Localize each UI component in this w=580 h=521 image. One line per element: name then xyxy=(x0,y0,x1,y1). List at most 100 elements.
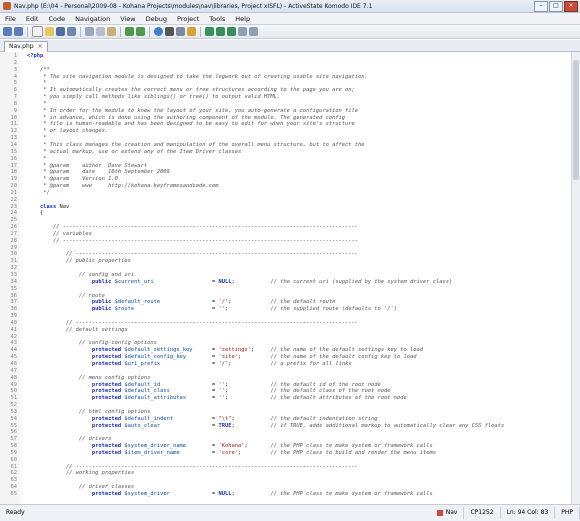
code-line[interactable]: 48 // menu config options xyxy=(0,375,572,382)
step-in-icon[interactable] xyxy=(205,27,214,36)
code-line[interactable]: 35 xyxy=(0,286,572,293)
code-line[interactable]: 64 // driver classes xyxy=(0,484,572,491)
code-line[interactable]: 11 * file is human-readable and has been… xyxy=(0,121,572,128)
code-line[interactable]: 16 * xyxy=(0,156,572,163)
copy-icon[interactable] xyxy=(96,27,105,36)
layout-icon[interactable] xyxy=(249,27,258,36)
code-line[interactable]: 30 // ----------------------------------… xyxy=(0,251,572,258)
close-tab-icon[interactable]: × xyxy=(38,42,43,52)
code-line[interactable]: 41 // default settings xyxy=(0,327,572,334)
toolbox-icon[interactable] xyxy=(238,27,247,36)
step-over-icon[interactable] xyxy=(216,27,225,36)
maximize-button[interactable]: □ xyxy=(549,0,563,12)
run-icon[interactable] xyxy=(154,27,163,36)
menu-project[interactable]: Project xyxy=(172,15,204,23)
code-line[interactable]: 56 xyxy=(0,429,572,436)
menu-code[interactable]: Code xyxy=(43,15,70,23)
minimize-button[interactable]: – xyxy=(534,0,548,12)
status-language[interactable]: PHP xyxy=(555,507,580,519)
code-line[interactable]: 21 */ xyxy=(0,190,572,197)
code-line[interactable]: 55 protected $auto_clear = TRUE; // if T… xyxy=(0,423,572,430)
code-line[interactable]: 24 { xyxy=(0,210,572,217)
scrollbar-thumb[interactable] xyxy=(573,60,579,180)
code-line[interactable]: 34 public $current_uri = NULL; // the cu… xyxy=(0,279,572,286)
code-line[interactable]: 12 * or layout changes. xyxy=(0,128,572,135)
code-line[interactable]: 43 // config config options xyxy=(0,340,572,347)
code-line[interactable]: 23 class Nav xyxy=(0,204,572,211)
code-line[interactable]: 3 /** xyxy=(0,67,572,74)
code-line[interactable]: 26 // ----------------------------------… xyxy=(0,224,572,231)
code-line[interactable]: 5 * xyxy=(0,80,572,87)
code-line[interactable]: 47 xyxy=(0,368,572,375)
new-file-icon[interactable] xyxy=(32,26,43,37)
back-icon[interactable] xyxy=(3,27,12,36)
find-icon[interactable] xyxy=(176,27,185,36)
code-line[interactable]: 2 xyxy=(0,60,572,67)
code-line[interactable]: 44 protected $default_settings_key = 'se… xyxy=(0,347,572,354)
paste-icon[interactable] xyxy=(107,27,116,36)
code-line[interactable]: 61 // ----------------------------------… xyxy=(0,464,572,471)
code-line[interactable]: 22 xyxy=(0,197,572,204)
code-line[interactable]: 45 protected $default_config_key = 'site… xyxy=(0,354,572,361)
code-line[interactable]: 20 * @param www http://kohana.keyframesa… xyxy=(0,183,572,190)
code-editor[interactable]: 1 <?php 2 3 /** 4 * The site navigation modu… xyxy=(0,52,580,504)
menu-edit[interactable]: Edit xyxy=(21,15,44,23)
code-line[interactable]: 19 * @param Version 1.0 xyxy=(0,176,572,183)
breakpoint-icon[interactable] xyxy=(187,27,196,36)
save-icon[interactable] xyxy=(56,27,65,36)
code-line[interactable]: 13 * xyxy=(0,135,572,142)
menu-navigation[interactable]: Navigation xyxy=(70,15,115,23)
code-line[interactable]: 58 protected $system_driver_name = 'Koha… xyxy=(0,443,572,450)
redo-icon[interactable] xyxy=(136,27,145,36)
code-line[interactable]: 8 * xyxy=(0,101,572,108)
code-line[interactable]: 60 xyxy=(0,457,572,464)
code-line[interactable]: 46 protected $uri_prefix = '/'; // a pre… xyxy=(0,361,572,368)
menu-tools[interactable]: Tools xyxy=(204,15,230,23)
code-line[interactable]: 65 protected $system_driver = NULL; // t… xyxy=(0,491,572,498)
code-line[interactable]: 10 * in advance, which is done using the… xyxy=(0,115,572,122)
code-line[interactable]: 14 * This class manages the creation and… xyxy=(0,142,572,149)
tab-nav-php[interactable]: Nav.php × xyxy=(4,41,48,52)
code-line[interactable]: 15 * actual markup, use or extend any of… xyxy=(0,149,572,156)
code-line[interactable]: 49 protected $default_id = ''; // the de… xyxy=(0,382,572,389)
code-line[interactable]: 6 * It automatically creates the correct… xyxy=(0,87,572,94)
open-folder-icon[interactable] xyxy=(45,27,54,36)
code-line[interactable]: 1 <?php xyxy=(0,53,572,60)
code-line[interactable]: 17 * @param author Dave Stewart xyxy=(0,163,572,170)
forward-icon[interactable] xyxy=(14,27,23,36)
step-out-icon[interactable] xyxy=(227,27,236,36)
code-line[interactable]: 59 protected $item_driver_name = 'core';… xyxy=(0,450,572,457)
code-line[interactable]: 53 // html config options xyxy=(0,409,572,416)
status-encoding[interactable]: CP1252 xyxy=(464,507,501,519)
code-line[interactable]: 27 // variables xyxy=(0,231,572,238)
debug-icon[interactable] xyxy=(165,27,174,36)
code-line[interactable]: 36 // route xyxy=(0,293,572,300)
menu-debug[interactable]: Debug xyxy=(141,15,172,23)
code-line[interactable]: 37 public $default_route = '/'; // the d… xyxy=(0,299,572,306)
code-line[interactable]: 28 // ----------------------------------… xyxy=(0,238,572,245)
code-line[interactable]: 42 xyxy=(0,334,572,341)
code-line[interactable]: 54 protected $default_indent = "\t"; // … xyxy=(0,416,572,423)
code-line[interactable]: 39 xyxy=(0,313,572,320)
code-line[interactable]: 29 xyxy=(0,245,572,252)
code-line[interactable]: 33 // config and uri xyxy=(0,272,572,279)
code-line[interactable]: 7 * you simply call methods like sibling… xyxy=(0,94,572,101)
menu-help[interactable]: Help xyxy=(230,15,255,23)
status-file[interactable]: Nav xyxy=(431,507,465,519)
code-line[interactable]: 62 // working properties xyxy=(0,470,572,477)
menu-file[interactable]: File xyxy=(0,15,21,23)
code-line[interactable]: 4 * The site navigation module is design… xyxy=(0,74,572,81)
code-line[interactable]: 38 public $route = ''; // the supplied r… xyxy=(0,306,572,313)
close-window-button[interactable]: × xyxy=(564,0,578,12)
code-line[interactable]: 31 // public properties xyxy=(0,258,572,265)
vertical-scrollbar[interactable] xyxy=(571,52,580,504)
cut-icon[interactable] xyxy=(85,27,94,36)
code-line[interactable]: 50 protected $default_class = ''; // the… xyxy=(0,388,572,395)
code-line[interactable]: 52 xyxy=(0,402,572,409)
code-line[interactable]: 51 protected $default_attributes = ''; /… xyxy=(0,395,572,402)
code-line[interactable]: 63 xyxy=(0,477,572,484)
menu-view[interactable]: View xyxy=(115,15,140,23)
code-line[interactable]: 57 // drivers xyxy=(0,436,572,443)
code-line[interactable]: 25 xyxy=(0,217,572,224)
save-all-icon[interactable] xyxy=(67,27,76,36)
